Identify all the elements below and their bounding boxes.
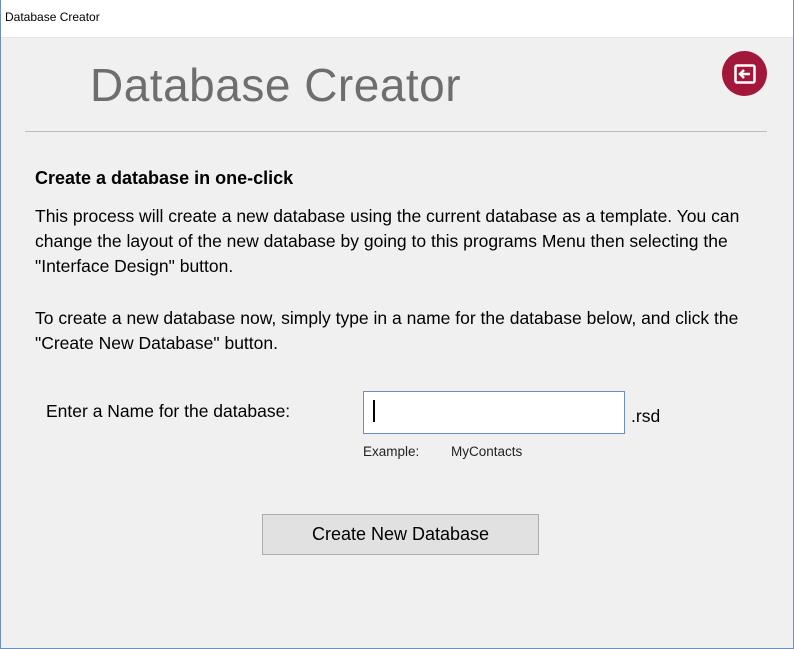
create-new-database-button[interactable]: Create New Database bbox=[262, 514, 539, 555]
file-extension-label: .rsd bbox=[631, 406, 661, 426]
database-name-label: Enter a Name for the database: bbox=[46, 401, 291, 421]
header-divider bbox=[25, 131, 767, 132]
exit-icon bbox=[733, 63, 756, 84]
window-title: Database Creator bbox=[5, 10, 100, 24]
page-title: Database Creator bbox=[90, 59, 462, 111]
section-heading: Create a database in one-click bbox=[35, 168, 294, 188]
example-value: MyContacts bbox=[451, 444, 523, 459]
database-name-input[interactable] bbox=[363, 391, 625, 434]
description-paragraph: This process will create a new database … bbox=[35, 206, 740, 276]
example-label: Example: bbox=[363, 444, 420, 459]
title-bar[interactable]: Database Creator bbox=[1, 0, 793, 38]
instruction-paragraph: To create a new database now, simply typ… bbox=[35, 308, 739, 353]
database-creator-window: Database Creator Database Creator Create… bbox=[0, 0, 794, 649]
text-caret bbox=[373, 400, 375, 422]
exit-button[interactable] bbox=[722, 51, 767, 96]
